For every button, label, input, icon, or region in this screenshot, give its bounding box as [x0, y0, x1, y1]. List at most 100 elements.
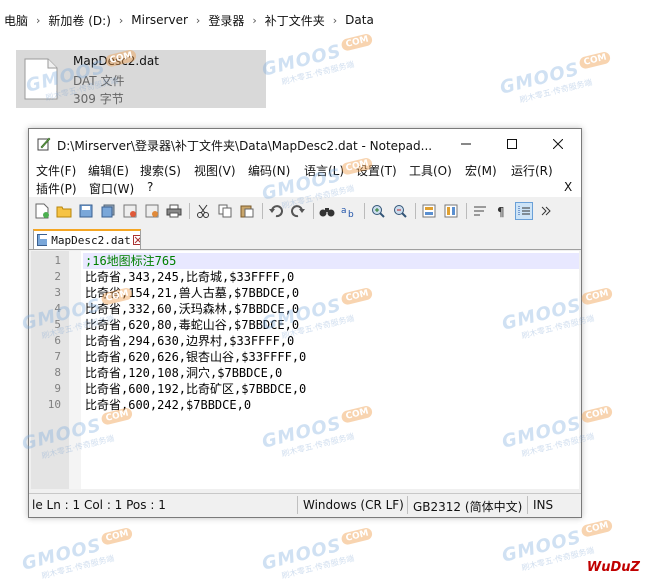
chevron-right-icon: ›	[332, 13, 338, 27]
status-insert-mode[interactable]: INS	[533, 498, 553, 512]
toolbar-separator	[364, 203, 365, 219]
maximize-button[interactable]	[489, 129, 535, 159]
menu-file[interactable]: 文件(F)	[36, 162, 76, 179]
watermark: GMOOSCOM 刷木零五·传奇服务端	[260, 526, 379, 585]
word-wrap-icon	[474, 206, 486, 216]
indent-guide-button[interactable]	[515, 202, 533, 220]
line-number: 6	[54, 334, 61, 347]
menu-window[interactable]: 窗口(W)	[89, 180, 134, 197]
tab-bar: MapDesc2.dat	[29, 227, 581, 250]
menu-help[interactable]: ?	[147, 180, 153, 194]
line-text: 比奇省,620,626,银杏山谷,$33FFFF,0	[85, 350, 307, 364]
menu-search[interactable]: 搜索(S)	[140, 162, 181, 179]
replace-button[interactable]: ab	[340, 202, 358, 220]
paste-icon	[240, 205, 254, 218]
chevron-right-icon: ›	[195, 13, 201, 27]
svg-text:b: b	[348, 210, 354, 218]
breadcrumb-item-patch[interactable]: 补丁文件夹	[261, 12, 329, 29]
sync-vertical-button[interactable]	[420, 202, 438, 220]
close-all-icon	[145, 204, 159, 218]
saved-file-icon	[37, 234, 48, 246]
breadcrumb-item-drive[interactable]: 新加卷 (D:)	[44, 12, 114, 29]
breadcrumb-item-launcher[interactable]: 登录器	[204, 12, 248, 29]
menu-view[interactable]: 视图(V)	[194, 162, 236, 179]
close-file-button[interactable]	[121, 202, 139, 220]
line-number: 9	[54, 382, 61, 395]
notepad-window: D:\Mirserver\登录器\补丁文件夹\Data\MapDesc2.dat…	[28, 128, 582, 518]
replace-icon: ab	[341, 206, 354, 218]
line-text: 比奇省,620,80,毒蛇山谷,$7BBDCE,0	[85, 318, 300, 332]
text-editor[interactable]: 1 ;16地图标注765 2 比奇省,343,245,比奇城,$33FFFF,0 3…	[31, 251, 579, 489]
save-all-button[interactable]	[99, 202, 117, 220]
line-number: 8	[54, 366, 61, 379]
status-encoding[interactable]: GB2312 (简体中文)	[413, 498, 522, 515]
word-wrap-button[interactable]	[471, 202, 489, 220]
scissors-icon	[197, 204, 209, 218]
toolbar-overflow-button[interactable]	[537, 202, 555, 220]
line-text: 比奇省,154,21,兽人古墓,$7BBDCE,0	[85, 286, 300, 300]
line-number: 7	[54, 350, 61, 363]
paste-button[interactable]	[238, 202, 256, 220]
editor-lines: 1 ;16地图标注765 2 比奇省,343,245,比奇城,$33FFFF,0 3…	[31, 253, 579, 413]
copy-button[interactable]	[216, 202, 234, 220]
menu-plugins[interactable]: 插件(P)	[36, 180, 77, 197]
close-button[interactable]	[535, 129, 581, 159]
editor-line: 10 比奇省,600,242,$7BBDCE,0	[31, 397, 579, 413]
chevron-right-icon: ›	[252, 13, 257, 27]
minimize-button[interactable]	[443, 129, 489, 159]
save-button[interactable]	[77, 202, 95, 220]
editor-line: 8 比奇省,120,108,洞穴,$7BBDCE,0	[31, 365, 579, 381]
editor-line: 9 比奇省,600,192,比奇矿区,$7BBDCE,0	[31, 381, 579, 397]
indent-guide-icon	[518, 206, 530, 216]
show-all-chars-button[interactable]: ¶	[493, 202, 511, 220]
line-text: 比奇省,343,245,比奇城,$33FFFF,0	[85, 270, 295, 284]
open-file-button[interactable]	[55, 202, 73, 220]
minimize-icon	[461, 143, 471, 145]
redo-button[interactable]	[289, 202, 307, 220]
menu-macro[interactable]: 宏(M)	[465, 162, 497, 179]
title-bar[interactable]: D:\Mirserver\登录器\补丁文件夹\Data\MapDesc2.dat…	[29, 129, 581, 159]
sync-vertical-icon	[422, 204, 436, 218]
zoom-out-button[interactable]	[391, 202, 409, 220]
menu-settings[interactable]: 设置(T)	[356, 162, 397, 179]
line-number: 2	[54, 270, 61, 283]
zoom-in-button[interactable]	[369, 202, 387, 220]
breadcrumb-item-data[interactable]: Data	[341, 13, 378, 27]
status-position: le Ln : 1 Col : 1 Pos : 1	[32, 498, 166, 512]
undo-button[interactable]	[267, 202, 285, 220]
menu-run[interactable]: 运行(R)	[511, 162, 553, 179]
save-all-icon	[101, 204, 115, 218]
brand-logo: WuDuZ	[586, 560, 640, 575]
print-button[interactable]	[165, 202, 183, 220]
maximize-icon	[507, 139, 517, 149]
menu-encoding[interactable]: 编码(N)	[248, 162, 290, 179]
new-file-icon	[35, 203, 49, 219]
find-button[interactable]	[318, 202, 336, 220]
file-icon	[24, 58, 58, 100]
new-file-button[interactable]	[33, 202, 51, 220]
printer-icon	[166, 204, 182, 218]
sync-horizontal-button[interactable]	[442, 202, 460, 220]
editor-line: 6 比奇省,294,630,边界村,$33FFFF,0	[31, 333, 579, 349]
status-eol[interactable]: Windows (CR LF)	[303, 498, 404, 512]
menu-language[interactable]: 语言(L)	[304, 162, 344, 179]
chevron-right-icon: ›	[36, 13, 41, 27]
menu-tools[interactable]: 工具(O)	[409, 162, 452, 179]
menu-edit[interactable]: 编辑(E)	[88, 162, 129, 179]
close-icon	[553, 139, 563, 149]
breadcrumb-item-computer[interactable]: 电脑	[0, 12, 32, 29]
breadcrumb-item-mirserver[interactable]: Mirserver	[127, 13, 192, 27]
menu-bar: 文件(F) 编辑(E) 搜索(S) 视图(V) 编码(N) 语言(L) 设置(T…	[29, 159, 581, 197]
line-number: 1	[54, 254, 61, 267]
close-all-button[interactable]	[143, 202, 161, 220]
close-file-icon	[123, 204, 137, 218]
file-tile-mapdesc2[interactable]: MapDesc2.dat DAT 文件 309 字节	[16, 50, 266, 108]
tab-mapdesc2[interactable]: MapDesc2.dat	[33, 229, 141, 249]
toolbar-separator	[262, 203, 263, 219]
save-icon	[79, 204, 93, 218]
close-document-menu-button[interactable]: X	[564, 180, 572, 194]
line-number: 10	[47, 398, 61, 411]
cut-button[interactable]	[194, 202, 212, 220]
tab-close-icon[interactable]	[132, 235, 140, 245]
undo-icon	[269, 205, 283, 218]
